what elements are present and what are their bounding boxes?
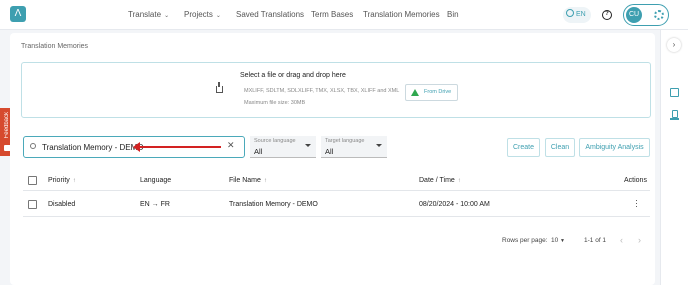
- header-label: Priority: [48, 177, 70, 184]
- stamp-icon[interactable]: [670, 110, 679, 120]
- nav-translate[interactable]: Translate ⌄: [128, 10, 169, 19]
- column-header-priority[interactable]: Priority ↑: [48, 177, 76, 184]
- nav-projects[interactable]: Projects ⌄: [184, 10, 221, 19]
- rows-per-page-select[interactable]: 10 ▼: [551, 237, 565, 244]
- avatar[interactable]: CU: [626, 7, 642, 23]
- header-label: Date / Time: [419, 177, 455, 184]
- max-file-size: Maximum file size: 30MB: [244, 100, 306, 106]
- language-selector[interactable]: EN: [563, 7, 591, 23]
- header-divider: [23, 190, 650, 191]
- target-language-value: All: [325, 147, 334, 156]
- column-header-file-name[interactable]: File Name ↑: [229, 177, 267, 184]
- source-language-value: All: [254, 147, 263, 156]
- google-drive-icon: [411, 89, 419, 96]
- top-navbar: Λ Translate ⌄ Projects ⌄ Saved Translation…: [0, 0, 688, 30]
- row-divider: [23, 216, 650, 217]
- chevron-right-icon[interactable]: ›: [667, 38, 681, 52]
- upload-icon: [216, 82, 223, 93]
- grid-icon[interactable]: [670, 88, 679, 97]
- nav-translation-memories[interactable]: Translation Memories: [363, 10, 440, 19]
- column-header-date-time[interactable]: Date / Time ↑: [419, 177, 461, 184]
- rows-per-page-value: 10: [551, 237, 559, 244]
- language-code: EN: [576, 11, 586, 18]
- right-rail: [660, 30, 688, 285]
- row-checkbox[interactable]: [28, 200, 37, 209]
- cell-date-time: 08/20/2024 - 10:00 AM: [419, 201, 490, 208]
- globe-icon: [566, 9, 574, 17]
- dropdown-arrow-icon: ▼: [560, 238, 565, 244]
- sort-arrow-icon: ↑: [263, 178, 267, 184]
- nav-term-bases[interactable]: Term Bases: [311, 10, 353, 19]
- select-all-checkbox[interactable]: [28, 176, 37, 185]
- cell-priority: Disabled: [48, 201, 76, 208]
- chevron-right-icon[interactable]: ›: [638, 235, 641, 245]
- sort-arrow-icon: ↑: [457, 178, 461, 184]
- gear-icon[interactable]: [654, 10, 664, 20]
- target-language-label: Target language: [325, 138, 365, 144]
- user-menu[interactable]: CU: [623, 4, 669, 26]
- dropdown-arrow-icon: [305, 144, 311, 147]
- header-label: File Name: [229, 177, 261, 184]
- source-language-label: Source language: [254, 138, 296, 144]
- nav-label: Projects: [184, 10, 213, 19]
- nav-label: Translate: [128, 10, 162, 19]
- help-icon[interactable]: ?: [602, 10, 612, 20]
- nav-saved-translations[interactable]: Saved Translations: [236, 10, 304, 19]
- chevron-down-icon: ⌄: [164, 13, 170, 19]
- cell-file-name[interactable]: Translation Memory - DEMO: [229, 201, 318, 208]
- column-header-language: Language: [140, 177, 172, 184]
- from-drive-label: From Drive: [424, 89, 452, 95]
- supported-formats: MXLIFF, SDLTM, SDLXLIFF, TMX, XLSX, TBX,…: [244, 88, 400, 94]
- page-title: Translation Memories: [21, 43, 89, 50]
- dropzone-title: Select a file or drag and drop here: [240, 72, 346, 79]
- app-logo[interactable]: Λ: [10, 6, 26, 22]
- clean-button[interactable]: Clean: [545, 138, 575, 157]
- annotation-arrow: [133, 142, 221, 152]
- search-icon: [30, 143, 36, 149]
- from-drive-button[interactable]: From Drive: [405, 84, 458, 101]
- target-language-select[interactable]: Target language All: [321, 136, 387, 158]
- ambiguity-analysis-button[interactable]: Ambiguity Analysis: [579, 138, 650, 157]
- rows-per-page-label: Rows per page:: [502, 237, 548, 244]
- cell-language: EN → FR: [140, 201, 170, 208]
- dropdown-arrow-icon: [376, 144, 382, 147]
- chevron-left-icon[interactable]: ‹: [620, 235, 623, 245]
- source-language-select[interactable]: Source language All: [250, 136, 316, 158]
- column-header-actions: Actions: [624, 177, 647, 184]
- create-button[interactable]: Create: [507, 138, 540, 157]
- close-icon[interactable]: ✕: [227, 140, 235, 151]
- pagination-range: 1-1 of 1: [584, 237, 607, 244]
- nav-bin[interactable]: Bin: [447, 10, 459, 19]
- sort-arrow-icon: ↑: [72, 178, 76, 184]
- chevron-down-icon: ⌄: [215, 13, 221, 19]
- more-vert-icon[interactable]: · · ·: [635, 196, 638, 211]
